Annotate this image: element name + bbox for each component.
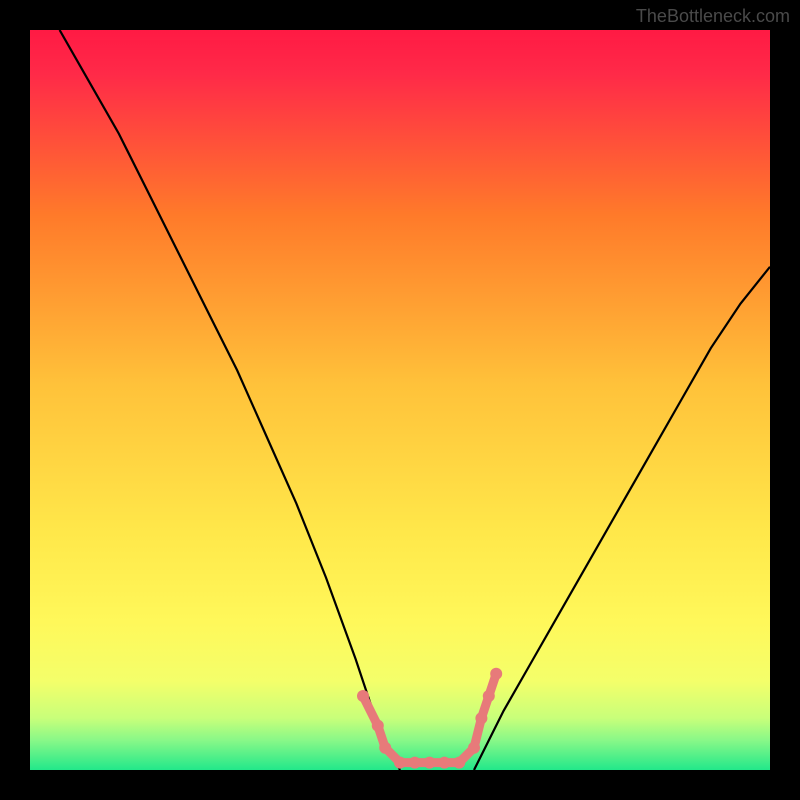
marker-point (453, 757, 465, 769)
marker-point (424, 757, 436, 769)
gradient-background (30, 30, 770, 770)
marker-point (490, 668, 502, 680)
plot-area (30, 30, 770, 770)
marker-point (475, 712, 487, 724)
chart-container: TheBottleneck.com (0, 0, 800, 800)
marker-point (379, 742, 391, 754)
marker-point (409, 757, 421, 769)
marker-point (483, 690, 495, 702)
marker-point (394, 757, 406, 769)
marker-point (438, 757, 450, 769)
watermark-text: TheBottleneck.com (636, 6, 790, 27)
marker-point (372, 720, 384, 732)
marker-point (357, 690, 369, 702)
marker-point (468, 742, 480, 754)
chart-svg (30, 30, 770, 770)
